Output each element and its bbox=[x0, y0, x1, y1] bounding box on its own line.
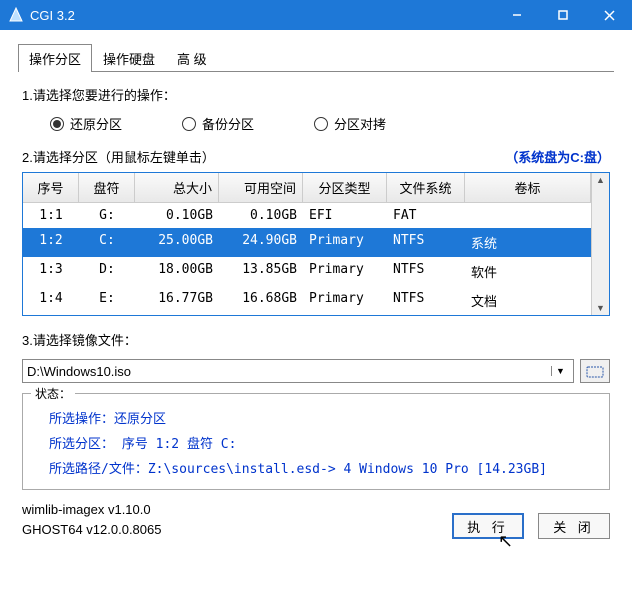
maximize-button[interactable] bbox=[540, 0, 586, 30]
tabs: 操作分区 操作硬盘 高 级 bbox=[18, 44, 632, 72]
close-window-button[interactable]: 关 闭 bbox=[538, 513, 610, 539]
radio-label: 备份分区 bbox=[202, 114, 254, 133]
image-file-value: D:\Windows10.iso bbox=[27, 364, 551, 379]
radio-label: 还原分区 bbox=[70, 114, 122, 133]
status-panel: 状态： 所选操作：还原分区 所选分区： 序号 1:2 盘符 C: 所选路径/文件… bbox=[22, 393, 610, 490]
partition-table: 序号 盘符 总大小 可用空间 分区类型 文件系统 卷标 1:1 G: 0.10G… bbox=[22, 172, 610, 316]
scroll-down-icon: ▼ bbox=[596, 303, 605, 313]
tab-advanced[interactable]: 高 级 bbox=[166, 44, 218, 72]
minimize-button[interactable] bbox=[494, 0, 540, 30]
chevron-down-icon: ▼ bbox=[551, 366, 569, 376]
th-free[interactable]: 可用空间 bbox=[219, 173, 303, 203]
step3-label: 3.请选择镜像文件： bbox=[22, 330, 610, 349]
step2-label: 2.请选择分区（用鼠标左键单击） bbox=[22, 147, 215, 166]
radio-backup[interactable]: 备份分区 bbox=[182, 114, 254, 133]
execute-button[interactable]: 执 行 bbox=[452, 513, 524, 539]
radio-clone[interactable]: 分区对拷 bbox=[314, 114, 386, 133]
status-partition: 所选分区： 序号 1:2 盘符 C: bbox=[49, 433, 599, 452]
table-row[interactable]: 1:4 E: 16.77GB 16.68GB Primary NTFS 文档 bbox=[23, 286, 591, 315]
table-row[interactable]: 1:1 G: 0.10GB 0.10GB EFI FAT bbox=[23, 203, 591, 228]
table-scrollbar[interactable]: ▲ ▼ bbox=[591, 173, 609, 315]
th-index[interactable]: 序号 bbox=[23, 173, 79, 203]
scroll-up-icon: ▲ bbox=[596, 175, 605, 185]
th-total[interactable]: 总大小 bbox=[135, 173, 219, 203]
th-fs[interactable]: 文件系统 bbox=[387, 173, 465, 203]
ghost-version: GHOST64 v12.0.0.8065 bbox=[22, 520, 452, 540]
table-header: 序号 盘符 总大小 可用空间 分区类型 文件系统 卷标 bbox=[23, 173, 591, 203]
window-title: CGI 3.2 bbox=[30, 8, 494, 23]
step2-header: 2.请选择分区（用鼠标左键单击） （系统盘为C:盘） bbox=[22, 147, 610, 166]
radio-icon bbox=[182, 117, 196, 131]
close-button[interactable] bbox=[586, 0, 632, 30]
status-title: 状态： bbox=[31, 385, 75, 402]
status-operation: 所选操作：还原分区 bbox=[49, 408, 599, 427]
operation-radio-group: 还原分区 备份分区 分区对拷 bbox=[50, 114, 610, 133]
tab-partition[interactable]: 操作分区 bbox=[18, 44, 92, 72]
table-row[interactable]: 1:2 C: 25.00GB 24.90GB Primary NTFS 系统 bbox=[23, 228, 591, 257]
app-icon bbox=[8, 7, 24, 23]
radio-restore[interactable]: 还原分区 bbox=[50, 114, 122, 133]
status-path: 所选路径/文件：Z:\sources\install.esd-> 4 Windo… bbox=[49, 458, 599, 477]
radio-icon bbox=[314, 117, 328, 131]
tab-disk[interactable]: 操作硬盘 bbox=[92, 44, 166, 72]
tab-underline bbox=[18, 71, 614, 72]
system-disk-note: （系统盘为C:盘） bbox=[505, 147, 610, 166]
step1-label: 1.请选择您要进行的操作： bbox=[22, 85, 610, 104]
th-type[interactable]: 分区类型 bbox=[303, 173, 387, 203]
radio-label: 分区对拷 bbox=[334, 114, 386, 133]
table-row[interactable]: 1:3 D: 18.00GB 13.85GB Primary NTFS 软件 bbox=[23, 257, 591, 286]
th-label[interactable]: 卷标 bbox=[465, 173, 591, 203]
th-drive[interactable]: 盘符 bbox=[79, 173, 135, 203]
version-info: wimlib-imagex v1.10.0 GHOST64 v12.0.0.80… bbox=[22, 500, 452, 539]
browse-button[interactable] bbox=[580, 359, 610, 383]
radio-icon bbox=[50, 117, 64, 131]
folder-icon bbox=[586, 364, 604, 378]
titlebar: CGI 3.2 bbox=[0, 0, 632, 30]
wimlib-version: wimlib-imagex v1.10.0 bbox=[22, 500, 452, 520]
image-file-combo[interactable]: D:\Windows10.iso ▼ bbox=[22, 359, 574, 383]
